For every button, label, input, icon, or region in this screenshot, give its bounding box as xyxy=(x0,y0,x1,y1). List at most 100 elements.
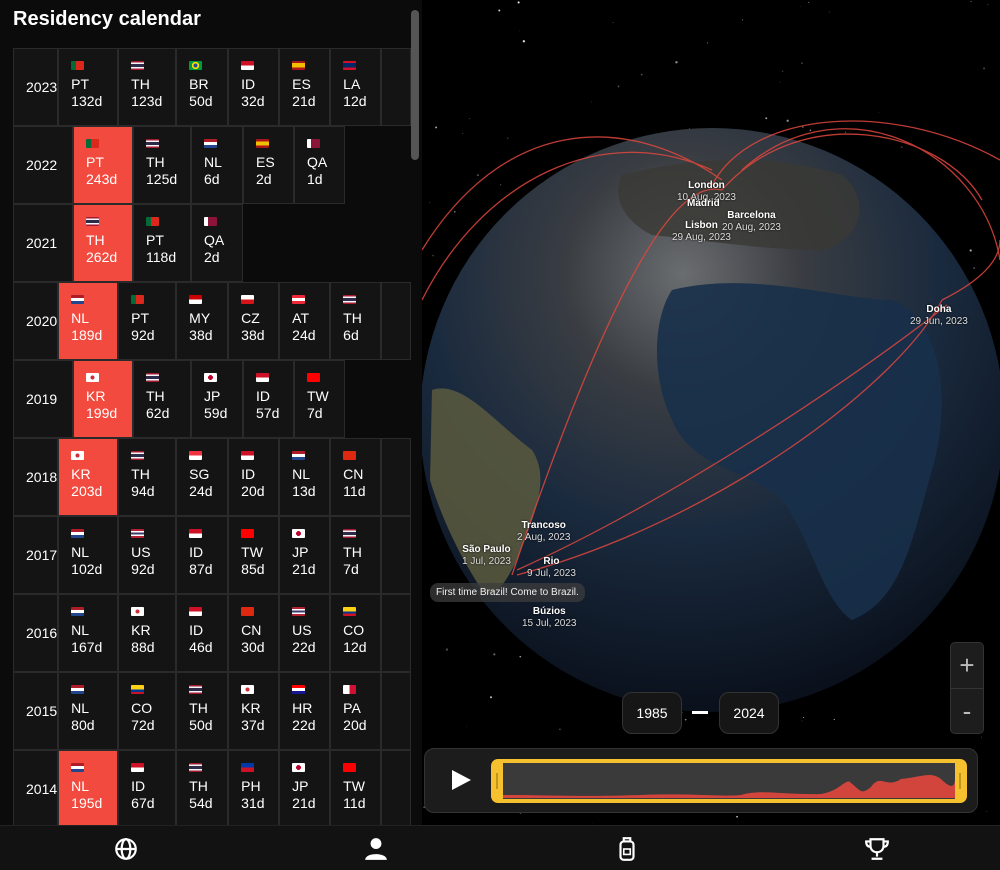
city-label[interactable]: Madrid xyxy=(687,198,720,210)
country-code: CZ xyxy=(241,310,260,326)
scrollbar[interactable] xyxy=(411,10,419,160)
country-cell[interactable]: TW 11d xyxy=(330,750,382,825)
country-cell[interactable]: TH 262d xyxy=(73,204,133,282)
country-cell[interactable]: TW 7d xyxy=(294,360,345,438)
country-cell[interactable]: TH 125d xyxy=(133,126,191,204)
globe-view[interactable]: London 10 Aug, 2023 Madrid Barcelona 20 Au… xyxy=(422,0,1000,825)
country-cell[interactable]: US 92d xyxy=(118,516,177,594)
days-count: 87d xyxy=(189,561,213,577)
country-cell[interactable]: NL 167d xyxy=(58,594,119,672)
country-cell[interactable]: TH 7d xyxy=(330,516,382,594)
country-cell[interactable]: TH 123d xyxy=(118,48,177,126)
timeline xyxy=(424,748,978,813)
timeline-range-slider[interactable] xyxy=(491,759,967,803)
country-cell[interactable]: PT 92d xyxy=(118,282,177,360)
overflow-cell[interactable] xyxy=(381,48,412,126)
country-cell[interactable]: QA 1d xyxy=(294,126,345,204)
overflow-cell[interactable] xyxy=(381,672,412,750)
overflow-cell[interactable] xyxy=(381,594,412,672)
country-cell[interactable]: BR 50d xyxy=(176,48,229,126)
country-cell[interactable]: SG 24d xyxy=(176,438,229,516)
country-cell[interactable]: CZ 38d xyxy=(228,282,280,360)
profile-icon[interactable] xyxy=(363,836,389,862)
country-cell[interactable]: ES 2d xyxy=(243,126,294,204)
city-label[interactable]: Lisbon 29 Aug, 2023 xyxy=(672,220,731,244)
country-cell[interactable]: NL 189d xyxy=(58,282,119,360)
star xyxy=(878,112,880,114)
zoom-out-button[interactable]: - xyxy=(951,689,983,733)
country-cell[interactable]: KR 203d xyxy=(58,438,119,516)
country-cell[interactable]: LA 12d xyxy=(330,48,382,126)
country-cell[interactable]: TH 6d xyxy=(330,282,382,360)
city-label[interactable]: Búzios 15 Jul, 2023 xyxy=(522,606,577,630)
city-label[interactable]: São Paulo 1 Jul, 2023 xyxy=(462,544,511,568)
country-cell[interactable]: JP 59d xyxy=(191,360,243,438)
country-cell[interactable]: NL 80d xyxy=(58,672,119,750)
country-cell[interactable]: KR 88d xyxy=(118,594,177,672)
globe[interactable] xyxy=(422,0,1000,825)
globe-icon[interactable] xyxy=(113,836,139,862)
country-cell[interactable]: ID 46d xyxy=(176,594,229,672)
country-cell[interactable]: ID 57d xyxy=(243,360,294,438)
star xyxy=(612,22,614,24)
flag-icon xyxy=(131,763,145,772)
overflow-cell[interactable] xyxy=(381,750,412,825)
country-code: TH xyxy=(343,310,362,326)
country-cell[interactable]: TH 94d xyxy=(118,438,177,516)
country-cell[interactable]: TH 50d xyxy=(176,672,229,750)
country-cell[interactable]: ID 32d xyxy=(228,48,280,126)
country-cell[interactable]: TH 62d xyxy=(133,360,191,438)
country-cell[interactable]: TW 85d xyxy=(228,516,280,594)
country-cell[interactable]: PT 118d xyxy=(133,204,191,282)
country-cell[interactable]: CO 12d xyxy=(330,594,382,672)
country-cell[interactable]: PH 31d xyxy=(228,750,280,825)
star xyxy=(684,718,687,721)
country-cell[interactable]: AT 24d xyxy=(279,282,331,360)
country-cell[interactable]: PT 243d xyxy=(73,126,133,204)
country-cell[interactable]: ID 87d xyxy=(176,516,229,594)
country-cell[interactable]: CO 72d xyxy=(118,672,177,750)
country-cell[interactable]: PT 132d xyxy=(58,48,119,126)
city-label[interactable]: Rio 9 Jul, 2023 xyxy=(527,556,576,580)
city-label[interactable]: Doha 29 Jun, 2023 xyxy=(910,304,968,328)
country-cell[interactable]: ID 20d xyxy=(228,438,280,516)
country-code: NL xyxy=(204,154,222,170)
country-cell[interactable]: ID 67d xyxy=(118,750,177,825)
country-code: TH xyxy=(343,544,362,560)
country-cell[interactable]: KR 37d xyxy=(228,672,280,750)
country-cell[interactable]: MY 38d xyxy=(176,282,229,360)
country-cell[interactable]: HR 22d xyxy=(279,672,331,750)
zoom-in-button[interactable]: + xyxy=(951,643,983,689)
overflow-cell[interactable] xyxy=(381,282,412,360)
country-cell[interactable]: TH 54d xyxy=(176,750,229,825)
play-button[interactable] xyxy=(450,769,472,791)
country-cell[interactable]: NL 102d xyxy=(58,516,119,594)
star xyxy=(640,73,643,76)
start-year[interactable]: 1985 xyxy=(622,692,682,734)
days-count: 12d xyxy=(343,639,367,655)
country-cell[interactable]: CN 11d xyxy=(330,438,382,516)
country-cell[interactable]: ES 21d xyxy=(279,48,331,126)
overflow-cell[interactable] xyxy=(381,438,412,516)
page-title: Residency calendar xyxy=(13,8,201,30)
city-label[interactable]: Trancoso 2 Aug, 2023 xyxy=(517,520,570,544)
country-cell[interactable]: JP 21d xyxy=(279,750,331,825)
flag-icon xyxy=(146,373,159,382)
country-cell[interactable]: QA 2d xyxy=(191,204,243,282)
country-cell[interactable]: KR 199d xyxy=(73,360,133,438)
country-cell[interactable]: NL 13d xyxy=(279,438,331,516)
overflow-cell[interactable] xyxy=(381,516,412,594)
country-cell[interactable]: NL 195d xyxy=(58,750,119,825)
luggage-icon[interactable] xyxy=(614,836,640,862)
trophy-icon[interactable] xyxy=(864,836,890,862)
country-cell[interactable]: PA 20d xyxy=(330,672,382,750)
country-cell[interactable]: NL 6d xyxy=(191,126,243,204)
country-cell[interactable]: JP 21d xyxy=(279,516,331,594)
end-year[interactable]: 2024 xyxy=(719,692,779,734)
trip-note[interactable]: First time Brazil! Come to Brazil. xyxy=(430,583,585,602)
country-cell[interactable]: CN 30d xyxy=(228,594,280,672)
country-code: ID xyxy=(241,76,256,92)
flag-icon xyxy=(71,451,85,460)
country-cell[interactable]: US 22d xyxy=(279,594,331,672)
star xyxy=(736,815,738,818)
